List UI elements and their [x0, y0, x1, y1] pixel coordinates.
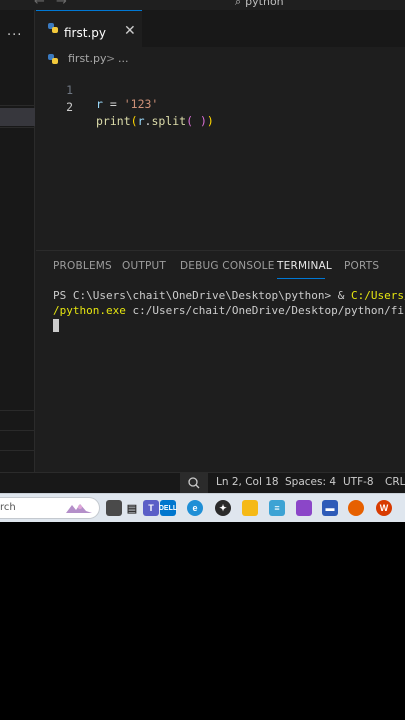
taskbar-search[interactable]: rch [0, 497, 100, 519]
tab-terminal[interactable]: TERMINAL [277, 260, 332, 272]
dell-icon[interactable]: DELL [159, 500, 177, 516]
terminal-cursor [53, 319, 59, 332]
terminal-argument: c:/Users/chait/OneDrive/Desktop/python/f… [125, 304, 405, 317]
sidebar-selected-item[interactable] [0, 108, 35, 126]
code-token: ( [130, 114, 138, 128]
arrow-left-icon[interactable]: ← [34, 0, 45, 9]
terminal-prompt: PS C:\Users\chait\OneDrive\Desktop\pytho… [53, 289, 352, 302]
editor-tab-bar: first.py ✕ [36, 10, 405, 47]
zoom-button[interactable] [180, 473, 208, 493]
tab-ports[interactable]: PORTS [344, 260, 379, 272]
tab-output[interactable]: OUTPUT [122, 260, 166, 272]
notepad-icon[interactable]: ≡ [269, 500, 285, 516]
search-highlight-icon [66, 504, 92, 513]
terminal-command: /python.exe [53, 304, 126, 317]
indentation[interactable]: Spaces: 4 [285, 476, 336, 488]
terminal-line: PS C:\Users\chait\OneDrive\Desktop\pytho… [53, 289, 405, 302]
tab-problems[interactable]: PROBLEMS [53, 260, 112, 272]
sidebar-divider [0, 410, 35, 411]
sidebar-divider [0, 105, 35, 106]
code-text: print(r.split( )) [96, 114, 214, 128]
sidebar-divider [0, 127, 35, 128]
zoom-icon [188, 477, 200, 489]
terminal-command: C:/Users/c [351, 289, 405, 302]
sidebar-divider [0, 450, 35, 451]
file-explorer-icon[interactable] [106, 500, 122, 516]
tab-first-py[interactable]: first.py ✕ [36, 10, 142, 47]
folder-icon[interactable] [242, 500, 258, 516]
line-number: 2 [66, 100, 73, 114]
breadcrumb-more[interactable]: ... [118, 52, 129, 65]
code-token: r [137, 114, 145, 128]
explorer-sidebar: ... [0, 10, 35, 472]
office-icon[interactable]: W [376, 500, 392, 516]
python-file-icon [48, 23, 58, 33]
bottom-panel: PROBLEMS OUTPUT DEBUG CONSOLE TERMINAL P… [36, 250, 405, 472]
arrow-right-icon[interactable]: → [56, 0, 67, 9]
code-token: ) [206, 114, 214, 128]
cursor-position[interactable]: Ln 2, Col 18 [216, 476, 279, 488]
command-center[interactable]: ⌕ python [235, 0, 284, 9]
encoding[interactable]: UTF-8 [343, 476, 374, 488]
code-token: ( [186, 114, 193, 128]
code-token: ) [199, 114, 207, 128]
close-icon[interactable]: ✕ [124, 23, 136, 39]
search-icon: ⌕ [235, 0, 242, 8]
terminal-line: /python.exe c:/Users/chait/OneDrive/Desk… [53, 304, 405, 317]
teams-icon[interactable]: T [143, 500, 159, 516]
windows-taskbar: rch ▤ T DELL e ✦ ≡ ▬ W [0, 493, 405, 522]
active-tab-indicator [277, 278, 325, 279]
tab-debug-console[interactable]: DEBUG CONSOLE [180, 260, 275, 272]
clipchamp-icon[interactable] [296, 500, 312, 516]
status-bar: Ln 2, Col 18 Spaces: 4 UTF-8 CRLF [0, 472, 405, 493]
firefox-icon[interactable] [348, 500, 364, 516]
command-center-label: python [245, 0, 284, 8]
film-icon[interactable]: ▬ [322, 500, 338, 516]
more-actions-icon[interactable]: ... [7, 24, 22, 39]
breadcrumb-file[interactable]: first.py [68, 52, 106, 65]
python-file-icon [48, 54, 58, 64]
tab-label: first.py [64, 26, 106, 40]
chatgpt-icon[interactable]: ✦ [215, 500, 231, 516]
line-ending[interactable]: CRLF [385, 476, 405, 488]
code-token: split [151, 114, 187, 128]
search-text: rch [0, 502, 16, 513]
sidebar-divider [0, 430, 35, 431]
code-line[interactable]: 2 print(r.split( )) [36, 86, 405, 128]
title-bar: ← → ⌕ python [0, 0, 405, 10]
vscode-window: ← → ⌕ python ... first.py ✕ first.py > ..… [0, 0, 405, 493]
code-line[interactable]: 1 r = '123' [36, 69, 405, 111]
edge-icon[interactable]: e [187, 500, 203, 516]
chevron-right-icon: > [106, 52, 116, 65]
task-view-icon[interactable]: ▤ [124, 500, 140, 516]
code-token: print [96, 114, 131, 128]
